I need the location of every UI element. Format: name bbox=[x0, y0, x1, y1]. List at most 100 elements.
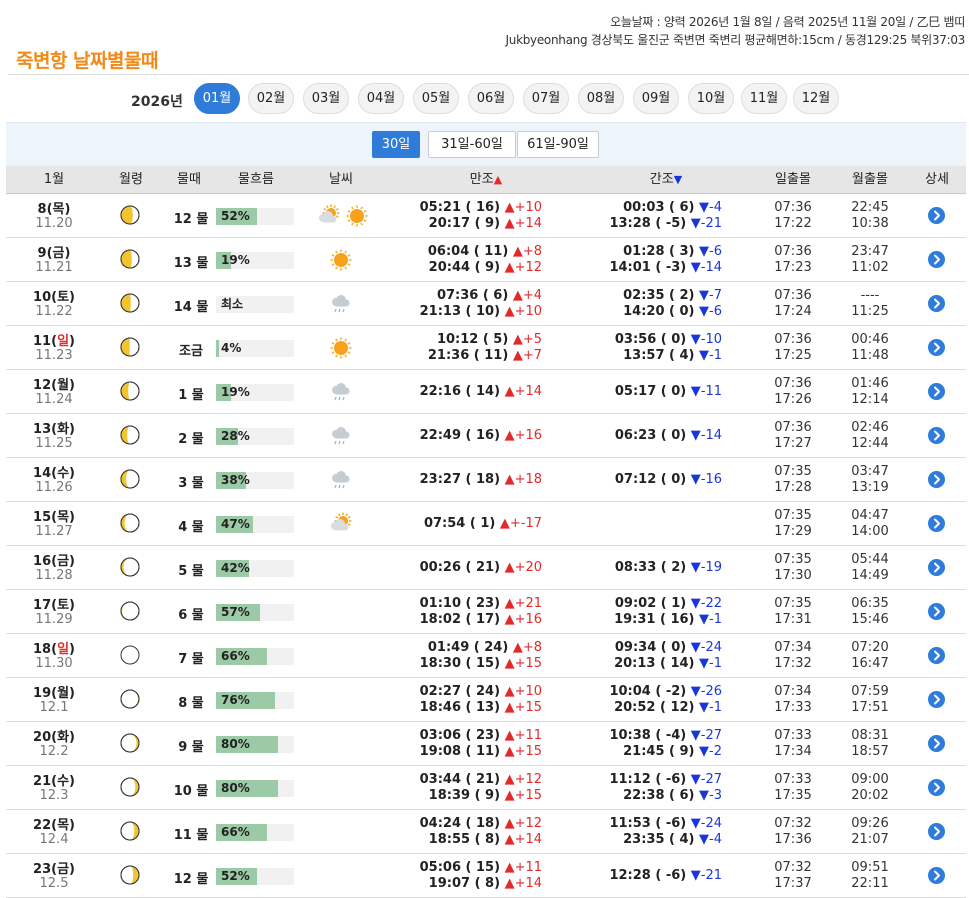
month-pill-12[interactable]: 12월 bbox=[793, 83, 839, 114]
tide-diff: +8 bbox=[522, 640, 542, 655]
range-button-3[interactable]: 61일-90일 bbox=[517, 131, 599, 158]
high-tide-line: 20:17 ( 9) ▲+14 bbox=[420, 216, 542, 232]
range-button-2[interactable]: 31일-60일 bbox=[428, 131, 516, 158]
flow-bar: 42% bbox=[216, 560, 294, 577]
detail-button[interactable] bbox=[928, 691, 945, 708]
month-pill-2[interactable]: 02월 bbox=[248, 83, 294, 114]
tide-diff: +7 bbox=[522, 348, 542, 363]
month-pill-5[interactable]: 05월 bbox=[413, 83, 459, 114]
solar-date: 8(목) bbox=[37, 202, 71, 217]
moonrise-moonset: 09:26 21:07 bbox=[840, 816, 900, 848]
sunrise-sunset: 07:32 17:36 bbox=[763, 816, 823, 848]
chevron-right-icon bbox=[934, 342, 940, 353]
up-arrow-icon: ▲ bbox=[504, 656, 515, 671]
detail-button[interactable] bbox=[928, 471, 945, 488]
flow-bar: 최소 bbox=[216, 296, 294, 313]
moon-phase-icon bbox=[120, 689, 140, 709]
moonrise-time: 08:31 bbox=[851, 728, 889, 743]
tide-diff: +16 bbox=[514, 612, 542, 627]
up-arrow-icon: ▲ bbox=[504, 860, 515, 875]
high-tide: 02:27 ( 24) ▲+10 18:46 ( 13) ▲+15 bbox=[420, 684, 542, 716]
moon-phase-icon bbox=[120, 337, 140, 357]
month-pill-4[interactable]: 04월 bbox=[358, 83, 404, 114]
high-tide-line: 01:49 ( 24) ▲+8 bbox=[420, 640, 542, 656]
col-moon-age: 월령 bbox=[119, 172, 143, 187]
detail-button[interactable] bbox=[928, 295, 945, 312]
tide-number: 8 물 bbox=[178, 696, 204, 711]
high-tide: 00:26 ( 21) ▲+20 bbox=[420, 560, 542, 576]
detail-button[interactable] bbox=[928, 867, 945, 884]
month-pill-1[interactable]: 01월 bbox=[194, 83, 240, 114]
tide-number: 4 물 bbox=[178, 520, 204, 535]
tide-time: 14:20 ( 0) bbox=[623, 304, 700, 319]
down-arrow-icon: ▼ bbox=[690, 596, 701, 611]
month-pill-7[interactable]: 07월 bbox=[523, 83, 569, 114]
tide-diff: -1 bbox=[709, 348, 722, 363]
detail-button[interactable] bbox=[928, 559, 945, 576]
up-arrow-icon: ▲ bbox=[504, 816, 515, 831]
up-arrow-icon: ▲ bbox=[504, 428, 515, 443]
detail-button[interactable] bbox=[928, 779, 945, 796]
moonrise-time: 07:20 bbox=[851, 640, 889, 655]
detail-button[interactable] bbox=[928, 735, 945, 752]
table-row: 23(금) 12.5 12 물 52% 05:06 ( 15) ▲+11 19:07 ( … bbox=[6, 854, 966, 898]
down-arrow-icon: ▼ bbox=[699, 304, 710, 319]
month-pill-9[interactable]: 09월 bbox=[633, 83, 679, 114]
high-tide: 05:06 ( 15) ▲+11 19:07 ( 8) ▲+14 bbox=[420, 860, 542, 892]
tide-diff: -6 bbox=[709, 304, 722, 319]
tide-time: 09:02 ( 1) bbox=[614, 596, 691, 611]
high-tide-line: 18:46 ( 13) ▲+15 bbox=[420, 700, 542, 716]
lunar-date: 12.2 bbox=[39, 744, 69, 759]
tide-diff: +18 bbox=[514, 472, 542, 487]
sunrise-time: 07:35 bbox=[774, 552, 812, 567]
solar-date: 14(수) bbox=[33, 466, 75, 481]
detail-button[interactable] bbox=[928, 383, 945, 400]
table-row: 22(목) 12.4 11 물 66% 04:24 ( 18) ▲+12 18:55 ( … bbox=[6, 810, 966, 854]
flow-value: 52% bbox=[221, 869, 250, 883]
detail-button[interactable] bbox=[928, 515, 945, 532]
flow-bar: 4% bbox=[216, 340, 294, 357]
tide-diff: +14 bbox=[514, 832, 542, 847]
month-pill-11[interactable]: 11월 bbox=[741, 83, 787, 114]
detail-button[interactable] bbox=[928, 207, 945, 224]
month-pill-8[interactable]: 08월 bbox=[578, 83, 624, 114]
month-pill-3[interactable]: 03월 bbox=[303, 83, 349, 114]
tide-diff: +14 bbox=[514, 876, 542, 891]
flow-value: 66% bbox=[221, 825, 250, 839]
moonset-time: 10:38 bbox=[851, 216, 889, 231]
solar-date: 16(금) bbox=[33, 554, 75, 569]
date-paren: ) bbox=[69, 334, 75, 349]
divider bbox=[8, 74, 969, 75]
detail-button[interactable] bbox=[928, 823, 945, 840]
high-tide-line: 18:02 ( 17) ▲+16 bbox=[420, 612, 542, 628]
detail-button[interactable] bbox=[928, 339, 945, 356]
sunset-time: 17:37 bbox=[774, 876, 812, 891]
high-tide: 01:10 ( 23) ▲+21 18:02 ( 17) ▲+16 bbox=[420, 596, 542, 628]
month-pill-6[interactable]: 06월 bbox=[468, 83, 514, 114]
high-tide: 23:27 ( 18) ▲+18 bbox=[420, 472, 542, 488]
sunrise-sunset: 07:35 17:28 bbox=[763, 464, 823, 496]
low-tide-line: 14:20 ( 0) ▼-6 bbox=[623, 304, 722, 320]
tide-time: 21:45 ( 9) bbox=[623, 744, 700, 759]
tide-time: 13:57 ( 4) bbox=[623, 348, 700, 363]
page-header: 죽변항 날짜별물때 오늘날짜 : 양력 2026년 1월 8일 / 음력 202… bbox=[0, 0, 969, 80]
high-tide-line: 06:04 ( 11) ▲+8 bbox=[428, 244, 542, 260]
detail-button[interactable] bbox=[928, 603, 945, 620]
month-pill-10[interactable]: 10월 bbox=[688, 83, 734, 114]
detail-button[interactable] bbox=[928, 647, 945, 664]
sort-down-icon[interactable]: ▼ bbox=[674, 173, 682, 186]
sunset-time: 17:34 bbox=[774, 744, 812, 759]
detail-button[interactable] bbox=[928, 251, 945, 268]
detail-button[interactable] bbox=[928, 427, 945, 444]
high-tide: 22:49 ( 16) ▲+16 bbox=[420, 428, 542, 444]
range-button-1[interactable]: 30일 bbox=[372, 131, 420, 158]
lunar-date: 11.24 bbox=[35, 392, 73, 407]
flow-bar: 80% bbox=[216, 736, 294, 753]
sort-up-icon[interactable]: ▲ bbox=[494, 173, 502, 186]
moonset-time: 17:51 bbox=[851, 700, 889, 715]
tide-number: 2 물 bbox=[178, 432, 204, 447]
down-arrow-icon: ▼ bbox=[699, 244, 710, 259]
col-moonrise-moonset: 월출몰 bbox=[852, 172, 888, 187]
moonrise-time: 00:46 bbox=[851, 332, 889, 347]
down-arrow-icon: ▼ bbox=[699, 348, 710, 363]
